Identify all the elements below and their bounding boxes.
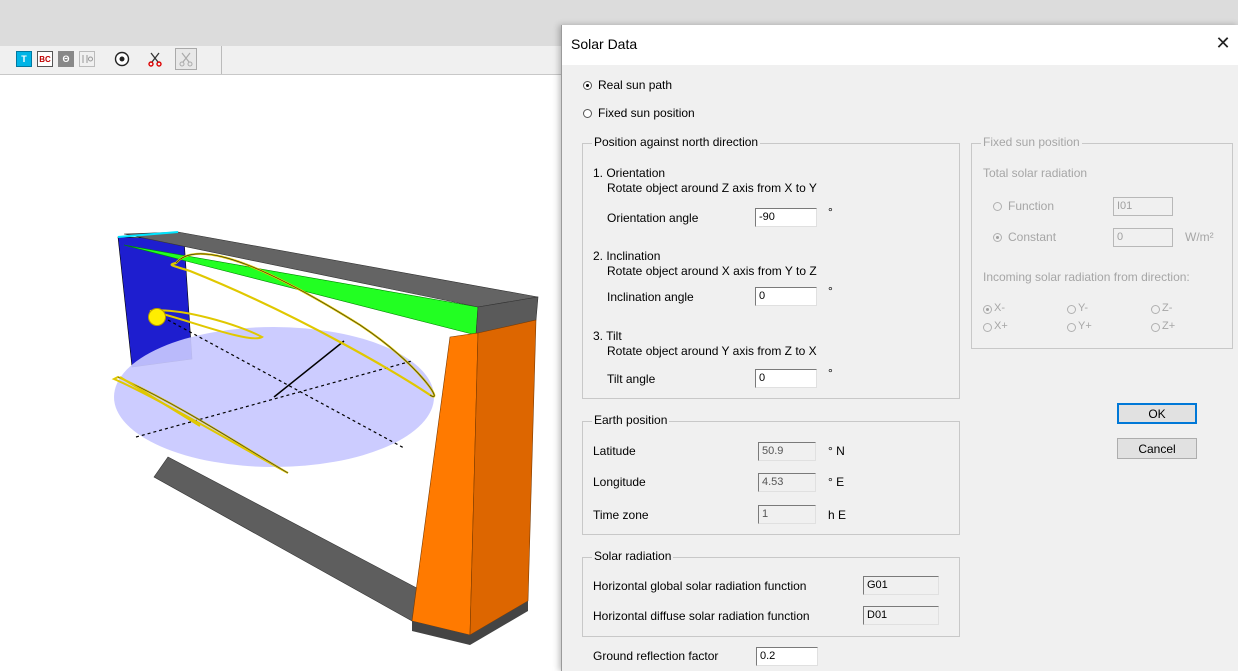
- orientation-desc: Rotate object around Z axis from X to Y: [607, 181, 817, 195]
- direction-y-minus-label[interactable]: Y-: [1078, 302, 1088, 314]
- global-radiation-label: Horizontal global solar radiation functi…: [593, 579, 807, 593]
- cancel-button[interactable]: Cancel: [1117, 438, 1197, 459]
- real-sun-path-radio[interactable]: [583, 81, 592, 90]
- solar-radiation-title: Solar radiation: [592, 549, 674, 563]
- direction-x-minus-radio[interactable]: [983, 305, 992, 314]
- longitude-unit: ° E: [828, 475, 845, 489]
- direction-label: Incoming solar radiation from direction:: [983, 270, 1190, 284]
- toolbar-divider: [221, 46, 222, 74]
- function-label[interactable]: Function: [1008, 199, 1054, 213]
- cancel-label: Cancel: [1138, 441, 1176, 456]
- tilt-degree: °: [828, 366, 833, 380]
- temperature-button[interactable]: Θ: [58, 51, 74, 67]
- inclination-angle-input[interactable]: 0: [755, 287, 817, 306]
- direction-y-plus-label[interactable]: Y+: [1078, 320, 1092, 332]
- latitude-label: Latitude: [593, 444, 636, 458]
- constant-input[interactable]: 0: [1113, 228, 1173, 247]
- global-radiation-input[interactable]: G01: [863, 576, 939, 595]
- function-radio[interactable]: [993, 202, 1002, 211]
- t-label: T: [21, 54, 27, 64]
- direction-x-plus-label[interactable]: X+: [994, 320, 1008, 332]
- tilt-desc: Rotate object around Y axis from Z to X: [607, 344, 817, 358]
- boundary-condition-button[interactable]: BC: [37, 51, 53, 67]
- timezone-input[interactable]: 1: [758, 505, 816, 524]
- bc-label: BC: [39, 54, 51, 64]
- direction-z-plus-radio[interactable]: [1151, 323, 1160, 332]
- constant-unit: W/m²: [1185, 230, 1214, 244]
- latitude-unit: ° N: [828, 444, 845, 458]
- inclination-angle-label: Inclination angle: [607, 290, 694, 304]
- inclination-desc: Rotate object around X axis from Y to Z: [607, 264, 817, 278]
- diffuse-radiation-input[interactable]: D01: [863, 606, 939, 625]
- isotherm-icon[interactable]: [79, 51, 95, 67]
- sun-icon: [148, 308, 166, 326]
- solar-data-dialog: Solar Data ✕ Real sun path Fixed sun pos…: [561, 25, 1238, 671]
- close-icon[interactable]: ✕: [1212, 33, 1234, 54]
- timezone-unit: h E: [828, 508, 847, 522]
- orientation-degree: °: [828, 205, 833, 219]
- orientation-angle-input[interactable]: -90: [755, 208, 817, 227]
- text-toggle-button[interactable]: T: [16, 51, 32, 67]
- fixed-sun-position-label[interactable]: Fixed sun position: [598, 106, 695, 120]
- total-solar-radiation-label: Total solar radiation: [983, 166, 1088, 180]
- earth-position-title: Earth position: [592, 413, 670, 427]
- tilt-angle-label: Tilt angle: [607, 372, 656, 386]
- direction-x-minus-label[interactable]: X-: [994, 302, 1005, 314]
- direction-z-plus-label[interactable]: Z+: [1162, 320, 1175, 332]
- timezone-label: Time zone: [593, 508, 649, 522]
- solar-radiation-group: [582, 557, 960, 637]
- function-input[interactable]: I01: [1113, 197, 1173, 216]
- dialog-title: Solar Data: [571, 36, 638, 52]
- constant-label[interactable]: Constant: [1008, 230, 1056, 244]
- longitude-label: Longitude: [593, 475, 646, 489]
- dialog-title-bar: Solar Data ✕: [562, 25, 1238, 65]
- orange-pillar-side: [469, 319, 537, 636]
- direction-y-plus-radio[interactable]: [1067, 323, 1076, 332]
- bottom-beam: [153, 456, 431, 632]
- tilt-angle-input[interactable]: 0: [755, 369, 817, 388]
- fixed-sun-position-title: Fixed sun position: [981, 135, 1082, 149]
- orientation-angle-label: Orientation angle: [607, 211, 699, 225]
- 3d-viewport[interactable]: [0, 75, 570, 671]
- scissors-disabled-icon[interactable]: [175, 48, 197, 70]
- ok-button[interactable]: OK: [1117, 403, 1197, 424]
- direction-z-minus-label[interactable]: Z-: [1162, 302, 1172, 314]
- ground-reflection-input[interactable]: 0.2: [756, 647, 818, 666]
- scissors-icon[interactable]: [147, 51, 163, 67]
- fixed-sun-position-radio[interactable]: [583, 109, 592, 118]
- latitude-input[interactable]: 50.9: [758, 442, 816, 461]
- inclination-degree: °: [828, 284, 833, 298]
- longitude-input[interactable]: 4.53: [758, 473, 816, 492]
- direction-z-minus-radio[interactable]: [1151, 305, 1160, 314]
- direction-y-minus-radio[interactable]: [1067, 305, 1076, 314]
- ground-reflection-label: Ground reflection factor: [593, 649, 719, 663]
- theta-label: Θ: [62, 54, 70, 64]
- target-icon[interactable]: [114, 51, 130, 67]
- constant-radio[interactable]: [993, 233, 1002, 242]
- diffuse-radiation-label: Horizontal diffuse solar radiation funct…: [593, 609, 810, 623]
- tilt-header: 3. Tilt: [593, 329, 622, 343]
- inclination-header: 2. Inclination: [593, 249, 661, 263]
- direction-x-plus-radio[interactable]: [983, 323, 992, 332]
- ok-label: OK: [1148, 406, 1166, 421]
- orientation-header: 1. Orientation: [593, 166, 666, 180]
- north-direction-title: Position against north direction: [592, 135, 761, 149]
- real-sun-path-label[interactable]: Real sun path: [598, 78, 672, 92]
